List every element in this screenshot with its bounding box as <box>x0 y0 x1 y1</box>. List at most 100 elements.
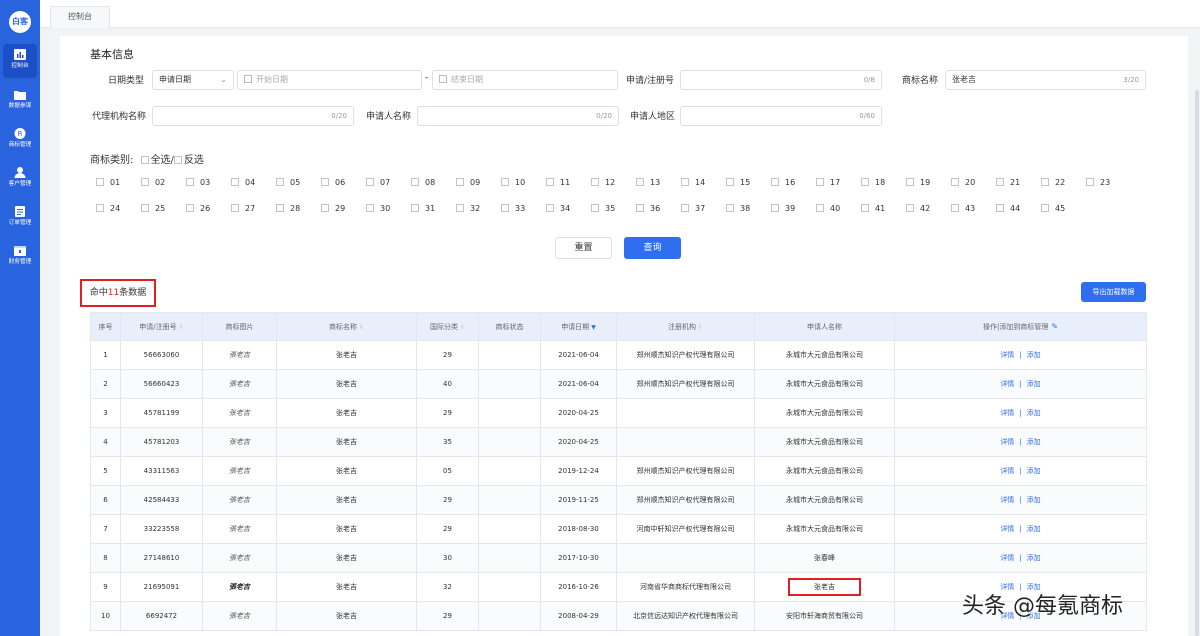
category-option[interactable]: 42 <box>906 204 930 213</box>
category-option[interactable]: 41 <box>861 204 885 213</box>
category-option[interactable]: 24 <box>96 204 120 213</box>
add-link[interactable]: 添加 <box>1027 467 1041 475</box>
category-checkbox[interactable] <box>996 178 1004 186</box>
category-option[interactable]: 44 <box>996 204 1020 213</box>
category-option[interactable]: 43 <box>951 204 975 213</box>
category-checkbox[interactable] <box>1041 204 1049 212</box>
reg-no-input[interactable]: 0/8 <box>680 70 882 90</box>
sidebar-item-finance[interactable]: 财务管理 <box>3 240 37 274</box>
category-checkbox[interactable] <box>321 204 329 212</box>
sort-icon[interactable]: ⇳ <box>698 324 703 331</box>
category-option[interactable]: 45 <box>1041 204 1065 213</box>
category-option[interactable]: 36 <box>636 204 660 213</box>
category-checkbox[interactable] <box>861 204 869 212</box>
category-checkbox[interactable] <box>546 204 554 212</box>
category-option[interactable]: 16 <box>771 178 795 187</box>
category-checkbox[interactable] <box>636 178 644 186</box>
category-option[interactable]: 10 <box>501 178 525 187</box>
detail-link[interactable]: 详情 <box>1000 351 1014 359</box>
category-option[interactable]: 17 <box>816 178 840 187</box>
sidebar-item-dashboard[interactable]: 控制台 <box>3 44 37 78</box>
category-checkbox[interactable] <box>726 178 734 186</box>
start-date-input[interactable]: 开始日期 <box>237 70 422 90</box>
edit-icon[interactable]: ✎ <box>1051 322 1058 331</box>
category-option[interactable]: 26 <box>186 204 210 213</box>
add-link[interactable]: 添加 <box>1027 351 1041 359</box>
category-checkbox[interactable] <box>501 204 509 212</box>
add-link[interactable]: 添加 <box>1027 409 1041 417</box>
category-option[interactable]: 35 <box>591 204 615 213</box>
category-option[interactable]: 03 <box>186 178 210 187</box>
category-checkbox[interactable] <box>231 178 239 186</box>
category-option[interactable]: 23 <box>1086 178 1110 187</box>
category-checkbox[interactable] <box>906 204 914 212</box>
category-option[interactable]: 25 <box>141 204 165 213</box>
sort-desc-icon[interactable]: ▼ <box>591 324 596 331</box>
query-button[interactable]: 查询 <box>624 237 681 259</box>
category-checkbox[interactable] <box>546 178 554 186</box>
category-checkbox[interactable] <box>141 204 149 212</box>
category-option[interactable]: 06 <box>321 178 345 187</box>
category-checkbox[interactable] <box>231 204 239 212</box>
add-link[interactable]: 添加 <box>1027 554 1041 562</box>
col-header-class[interactable]: 国际分类 ⇳ <box>416 312 479 341</box>
category-option[interactable]: 37 <box>681 204 705 213</box>
category-option[interactable]: 11 <box>546 178 570 187</box>
category-checkbox[interactable] <box>726 204 734 212</box>
category-option[interactable]: 12 <box>591 178 615 187</box>
category-option[interactable]: 33 <box>501 204 525 213</box>
category-option[interactable]: 04 <box>231 178 255 187</box>
app-logo[interactable]: 白客 <box>9 11 31 33</box>
category-checkbox[interactable] <box>141 178 149 186</box>
category-checkbox[interactable] <box>366 204 374 212</box>
page-scrollbar[interactable] <box>1195 90 1199 636</box>
detail-link[interactable]: 详情 <box>1000 409 1014 417</box>
category-checkbox[interactable] <box>816 178 824 186</box>
sidebar-item-data[interactable]: 数据参谋 <box>3 84 37 118</box>
category-option[interactable]: 31 <box>411 204 435 213</box>
detail-link[interactable]: 详情 <box>1000 467 1014 475</box>
detail-link[interactable]: 详情 <box>1000 554 1014 562</box>
category-checkbox[interactable] <box>906 178 914 186</box>
add-link[interactable]: 添加 <box>1027 525 1041 533</box>
category-option[interactable]: 20 <box>951 178 975 187</box>
category-option[interactable]: 14 <box>681 178 705 187</box>
category-option[interactable]: 01 <box>96 178 120 187</box>
invert-checkbox[interactable] <box>173 156 182 164</box>
category-checkbox[interactable] <box>1041 178 1049 186</box>
col-header-agency[interactable]: 注册机构 ⇳ <box>616 312 755 341</box>
sort-icon[interactable]: ⇳ <box>460 324 465 331</box>
category-option[interactable]: 27 <box>231 204 255 213</box>
category-option[interactable]: 22 <box>1041 178 1065 187</box>
export-button[interactable]: 导出加载数据 <box>1081 282 1146 302</box>
category-option[interactable]: 05 <box>276 178 300 187</box>
category-checkbox[interactable] <box>186 204 194 212</box>
category-checkbox[interactable] <box>456 204 464 212</box>
add-link[interactable]: 添加 <box>1027 380 1041 388</box>
category-option[interactable]: 19 <box>906 178 930 187</box>
sort-icon[interactable]: ⇳ <box>179 324 184 331</box>
category-option[interactable]: 09 <box>456 178 480 187</box>
detail-link[interactable]: 详情 <box>1000 525 1014 533</box>
col-header-reg[interactable]: 申请/注册号 ⇳ <box>120 312 203 341</box>
category-option[interactable]: 21 <box>996 178 1020 187</box>
category-checkbox[interactable] <box>276 204 284 212</box>
end-date-input[interactable]: 结束日期 <box>432 70 618 90</box>
category-checkbox[interactable] <box>591 178 599 186</box>
category-checkbox[interactable] <box>951 204 959 212</box>
category-option[interactable]: 13 <box>636 178 660 187</box>
detail-link[interactable]: 详情 <box>1000 496 1014 504</box>
category-checkbox[interactable] <box>816 204 824 212</box>
category-checkbox[interactable] <box>996 204 1004 212</box>
category-option[interactable]: 30 <box>366 204 390 213</box>
agency-input[interactable]: 0/20 <box>152 106 354 126</box>
date-type-select[interactable]: 申请日期 ⌄ <box>152 70 234 90</box>
category-option[interactable]: 32 <box>456 204 480 213</box>
category-option[interactable]: 15 <box>726 178 750 187</box>
category-checkbox[interactable] <box>321 178 329 186</box>
category-checkbox[interactable] <box>96 178 104 186</box>
category-checkbox[interactable] <box>681 204 689 212</box>
category-option[interactable]: 07 <box>366 178 390 187</box>
category-checkbox[interactable] <box>501 178 509 186</box>
category-option[interactable]: 29 <box>321 204 345 213</box>
